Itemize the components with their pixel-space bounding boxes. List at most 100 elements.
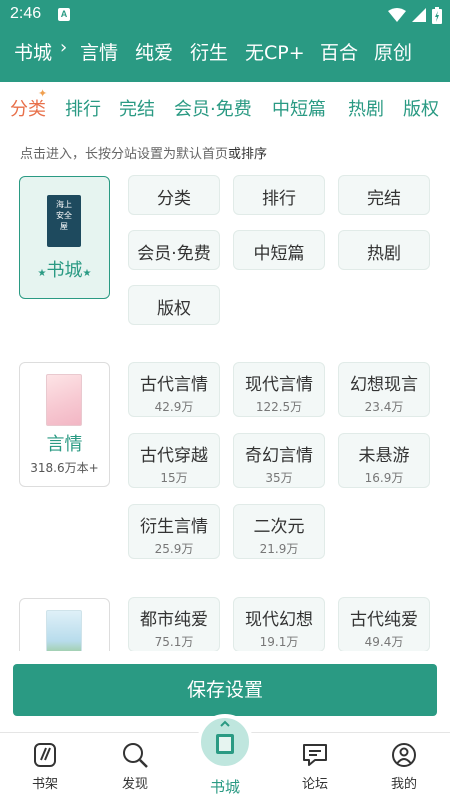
chip-label: 古代穿越 [140,446,208,466]
chip-label: 古代纯爱 [350,610,418,630]
site-card-yanqing[interactable]: 言情 318.6万本+ [19,362,110,487]
site-card-yanqing-label: 言情 [46,434,83,455]
nav-discover[interactable]: 发现 [100,741,170,792]
site-nav-title[interactable]: 书城 [14,38,52,65]
chip-label: 奇幻言情 [245,446,313,466]
site-card-shucheng-label: 书城 [46,260,83,281]
chip-label: 现代言情 [245,375,313,395]
chip-count: 23.4万 [364,400,404,414]
chip-count: 21.9万 [259,542,299,556]
chip-paihang[interactable]: 排行 [233,175,325,215]
chip-label: 古代言情 [140,375,208,395]
chip-reju[interactable]: 热剧 [338,230,430,270]
chip-count: 19.1万 [259,635,299,649]
chip-count: 16.9万 [364,471,404,485]
save-settings-button[interactable]: 保存设置 [13,664,437,716]
site-nav-item-wucp[interactable]: 无CP+ [245,38,305,65]
chip-gudai-yanqing[interactable]: 古代言情 42.9万 [128,362,220,417]
chip-label: 现代幻想 [245,610,313,630]
chip-xiandai-huanxiang[interactable]: 现代幻想 19.1万 [233,597,325,651]
star-right-icon: ★ [82,268,92,279]
chip-fenlei[interactable]: 分类 [128,175,220,215]
site-card-yanqing-count: 318.6万本+ [30,461,99,475]
chip-gudai-chuanyue[interactable]: 古代穿越 15万 [128,433,220,488]
tab-huiyuan-mianfei[interactable]: 会员·免费 [172,95,254,123]
chip-wanjie[interactable]: 完结 [338,175,430,215]
notification-a-icon: A [58,8,70,21]
chip-banquan[interactable]: 版权 [128,285,220,325]
site-card-shucheng[interactable]: 海上安全屋 ★书城★ [19,176,110,299]
chip-erciyuan[interactable]: 二次元 21.9万 [233,504,325,559]
chip-label: 二次元 [253,517,305,537]
book-icon [216,720,234,754]
chip-count: 35万 [265,471,293,485]
chip-label: 排行 [262,189,296,209]
nav-profile-label: 我的 [390,777,417,792]
tab-zhongduanpian[interactable]: 中短篇 [270,95,328,123]
tab-fenlei[interactable]: 分类 [8,95,48,123]
chip-count: 122.5万 [255,400,303,414]
yanqing-cover-image [46,374,82,426]
chip-count: 15万 [160,471,188,485]
site-nav-item-chunai[interactable]: 纯爱 [135,38,173,65]
chip-label: 中短篇 [253,244,305,264]
book-cover-title: 海上安全屋 [56,200,72,231]
site-nav: 书城 › 言情 纯爱 衍生 无CP+ 百合 原创 [0,30,450,82]
chip-yansheng-yanqing[interactable]: 衍生言情 25.9万 [128,504,220,559]
search-icon [123,743,148,768]
site-nav-item-yanqing[interactable]: 言情 [80,38,118,65]
chip-zhongduanpian[interactable]: 中短篇 [233,230,325,270]
tab-wanjie[interactable]: 完结 [117,95,157,123]
user-icon [392,743,416,767]
chip-label: 衍生言情 [140,517,208,537]
hint-emphasis: 或排序 [228,147,268,162]
tab-paihang[interactable]: 排行 [63,95,103,123]
chip-label: 分类 [157,189,191,209]
battery-icon [432,6,442,24]
chip-huanxiang-xianyan[interactable]: 幻想现言 23.4万 [338,362,430,417]
signal-icon [412,8,426,22]
site-nav-item-baihe[interactable]: 百合 [320,38,358,65]
chip-label: 版权 [157,299,191,319]
status-time: 2:46 [10,5,42,22]
chip-label: 未悬游 [358,446,410,466]
chip-count: 49.4万 [364,635,404,649]
chip-weixuanyou[interactable]: 未悬游 16.9万 [338,433,430,488]
chip-gudai-chunai[interactable]: 古代纯爱 49.4万 [338,597,430,651]
chip-label: 会员·免费 [137,244,211,264]
chip-label: 幻想现言 [350,375,418,395]
nav-bookstore-label[interactable]: 书城 [190,776,260,797]
chip-label: 热剧 [367,244,401,264]
chip-label: 都市纯爱 [140,610,208,630]
star-left-icon: ★ [37,268,47,279]
chip-dushi-chunai[interactable]: 都市纯爱 75.1万 [128,597,220,651]
site-nav-item-yuanchuang[interactable]: 原创 [374,38,412,65]
status-icons [388,6,442,24]
chip-qihuan-yanqing[interactable]: 奇幻言情 35万 [233,433,325,488]
tab-reju[interactable]: 热剧 [346,95,386,123]
chip-count: 75.1万 [154,635,194,649]
nav-bookshelf[interactable]: 书架 [10,741,80,792]
nav-forum[interactable]: 论坛 [280,741,350,792]
nav-bookshelf-label: 书架 [31,777,58,792]
nav-forum-label: 论坛 [301,777,328,792]
chat-icon [303,744,327,766]
book-cover: 海上安全屋 [47,195,81,247]
chip-count: 25.9万 [154,542,194,556]
bookshelf-icon [34,743,56,767]
chip-xiandai-yanqing[interactable]: 现代言情 122.5万 [233,362,325,417]
site-nav-item-yansheng[interactable]: 衍生 [190,38,228,65]
chunai-section-clip: 都市纯爱 75.1万 现代幻想 19.1万 古代纯爱 49.4万 [0,590,450,651]
chevron-right-icon: › [60,37,68,58]
nav-profile[interactable]: 我的 [369,741,439,792]
tab-banquan[interactable]: 版权 [401,95,441,123]
wifi-icon [388,8,406,22]
site-card-chunai[interactable] [19,598,110,651]
status-bar: 2:46 A [0,0,450,30]
site-card-label: ★书城★ [20,256,109,282]
chip-count: 42.9万 [154,400,194,414]
chip-huiyuan-mianfei[interactable]: 会员·免费 [128,230,220,270]
hint-main: 点击进入，长按分站设置为默认首页 [20,147,229,162]
nav-bookstore-button[interactable] [197,714,253,770]
nav-discover-label: 发现 [121,777,148,792]
